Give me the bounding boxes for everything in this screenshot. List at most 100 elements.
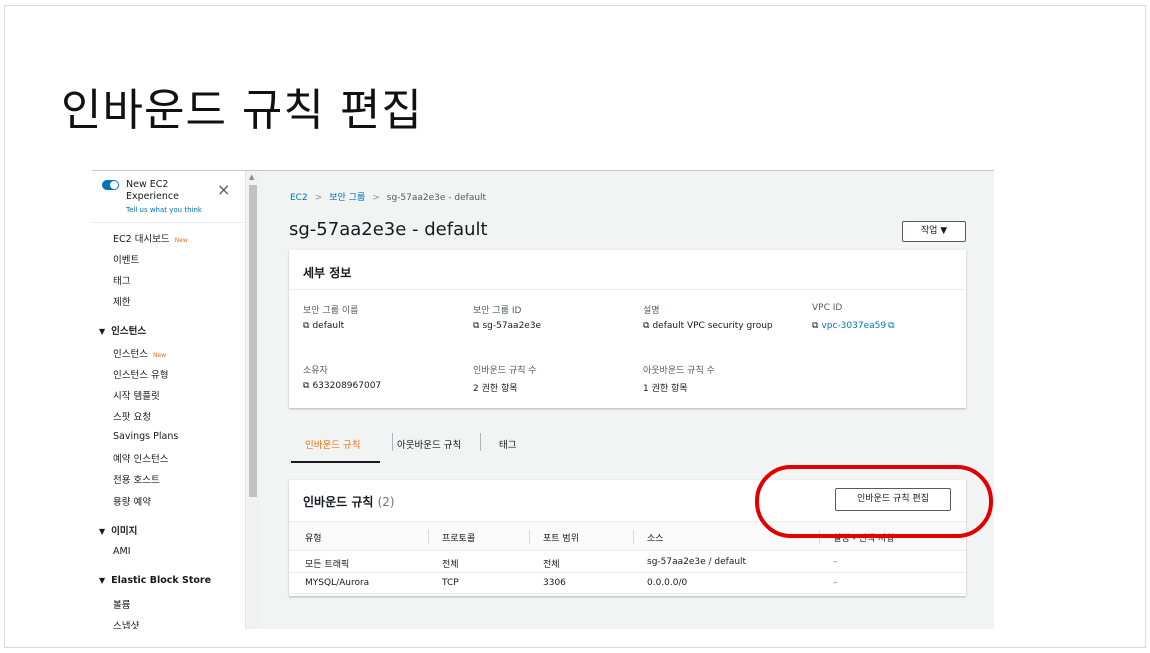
main-content: EC2 > 보안 그룹 > sg-57aa2e3e - default sg-57aa2…	[260, 171, 994, 629]
sidebar-item-capacity-reservations[interactable]: 용량 예약	[113, 494, 151, 508]
tab-bar: 인바운드 규칙 아웃바운드 규칙 태그	[290, 429, 966, 465]
rules-count: (2)	[377, 495, 395, 509]
external-link-icon: ⧉	[888, 321, 895, 331]
scroll-up-icon[interactable]: ▲	[249, 173, 254, 181]
column-header-source[interactable]: 소스	[647, 531, 664, 544]
table-row[interactable]: MYSQL/Aurora TCP 3306 0.0.0.0/0 –	[289, 573, 966, 594]
slide-title: 인바운드 규칙 편집	[61, 85, 423, 136]
copy-icon[interactable]: ⧉	[473, 321, 479, 331]
field-value-text: 633208967007	[312, 381, 382, 391]
inbound-rules-heading: 인바운드 규칙 (2)	[303, 493, 395, 510]
field-label-group-name: 보안 그룹 이름	[303, 306, 359, 316]
sidebar-item-label: EC2 대시보드	[113, 234, 170, 245]
vpc-id-link[interactable]: ⧉ vpc-3037ea59 ⧉	[812, 321, 895, 331]
field-value-inbound-count: 2 권한 항목	[473, 384, 518, 394]
caret-down-icon: ▼	[99, 576, 106, 585]
breadcrumb-security-groups[interactable]: 보안 그룹	[329, 193, 365, 203]
field-value-outbound-count: 1 권한 항목	[643, 384, 688, 394]
field-value-text: default	[312, 321, 345, 331]
sidebar-item-tags[interactable]: 태그	[113, 273, 130, 287]
tab-divider	[392, 433, 393, 451]
copy-icon[interactable]: ⧉	[643, 321, 649, 331]
copy-icon[interactable]: ⧉	[303, 321, 309, 331]
section-label: 이미지	[111, 526, 138, 537]
section-label: Elastic Block Store	[111, 575, 212, 586]
field-label-vpc-id: VPC ID	[812, 303, 843, 313]
cell-description: –	[833, 557, 838, 567]
field-value-owner: ⧉ 633208967007	[303, 381, 381, 391]
new-badge: New	[174, 237, 188, 244]
tab-divider	[480, 433, 481, 451]
new-experience-title: New EC2 Experience	[126, 179, 179, 202]
column-divider	[529, 530, 530, 544]
column-header-protocol[interactable]: 프로토콜	[442, 531, 475, 544]
rules-title-text: 인바운드 규칙	[303, 495, 374, 509]
sidebar-item-instances[interactable]: 인스턴스 New	[113, 346, 166, 360]
field-value-text: sg-57aa2e3e	[482, 321, 542, 331]
cell-source: 0.0.0.0/0	[647, 578, 688, 588]
console-screenshot: New EC2 Experience Tell us what you thin…	[92, 170, 994, 629]
caret-down-icon: ▼	[99, 327, 106, 336]
field-value-group-id: ⧉ sg-57aa2e3e	[473, 321, 541, 331]
new-badge: New	[152, 352, 167, 359]
sidebar-item-launch-templates[interactable]: 시작 템플릿	[113, 388, 160, 402]
field-label-outbound-count: 아웃바운드 규칙 수	[643, 366, 715, 376]
new-experience-box: New EC2 Experience Tell us what you thin…	[92, 171, 245, 223]
sidebar-item-ec2-dashboard[interactable]: EC2 대시보드 New	[113, 231, 188, 245]
copy-icon[interactable]: ⧉	[812, 321, 818, 331]
column-header-type[interactable]: 유형	[305, 531, 322, 544]
sidebar-item-savings-plans[interactable]: Savings Plans	[113, 431, 178, 442]
field-value-group-name: ⧉ default	[303, 321, 344, 331]
cell-source: sg-57aa2e3e / default	[647, 557, 747, 567]
active-tab-underline	[291, 461, 380, 463]
sidebar-section-images[interactable]: ▼ 이미지	[99, 523, 137, 537]
details-heading: 세부 정보	[289, 250, 966, 290]
new-experience-toggle[interactable]	[102, 180, 119, 190]
tab-tags[interactable]: 태그	[499, 437, 516, 451]
actions-button[interactable]: 작업 ▼	[902, 221, 966, 242]
column-header-port-range[interactable]: 포트 범위	[543, 531, 579, 544]
field-value-text: vpc-3037ea59	[821, 321, 887, 331]
copy-icon[interactable]: ⧉	[303, 381, 309, 391]
cell-port-range: 전체	[543, 560, 560, 570]
field-label-owner: 소유자	[303, 366, 328, 376]
cell-type: 모든 트래픽	[305, 560, 350, 570]
sidebar-item-spot-requests[interactable]: 스팟 요청	[113, 409, 151, 423]
table-row[interactable]: 모든 트래픽 전체 전체 sg-57aa2e3e / default –	[289, 552, 966, 573]
field-label-inbound-count: 인바운드 규칙 수	[473, 366, 537, 376]
sidebar-item-events[interactable]: 이벤트	[113, 252, 139, 266]
sidebar-item-snapshots[interactable]: 스냅샷	[113, 618, 139, 629]
column-divider	[428, 530, 429, 544]
sidebar: New EC2 Experience Tell us what you thin…	[92, 171, 246, 629]
chevron-right-icon: >	[372, 193, 380, 203]
feedback-link[interactable]: Tell us what you think	[126, 206, 202, 214]
sidebar-item-volumes[interactable]: 볼륨	[113, 597, 130, 611]
sidebar-scrollbar[interactable]: ▲	[247, 171, 259, 629]
section-label: 인스턴스	[111, 326, 147, 337]
highlight-circle	[755, 465, 993, 538]
sidebar-section-instances[interactable]: ▼ 인스턴스	[99, 323, 146, 337]
sidebar-item-ami[interactable]: AMI	[113, 546, 131, 557]
chevron-right-icon: >	[314, 193, 323, 203]
field-label-group-id: 보안 그룹 ID	[473, 306, 522, 316]
details-panel: 세부 정보 보안 그룹 이름 ⧉ default 보안 그룹 ID ⧉ sg-57a…	[289, 250, 966, 408]
sidebar-item-reserved-instances[interactable]: 예약 인스턴스	[113, 451, 168, 465]
cell-protocol: 전체	[442, 560, 459, 570]
field-value-description: ⧉ default VPC security group	[643, 321, 773, 331]
close-icon[interactable]: ×	[217, 182, 230, 198]
sidebar-item-dedicated-hosts[interactable]: 전용 호스트	[113, 472, 160, 486]
field-value-text: default VPC security group	[652, 321, 773, 331]
cell-port-range: 3306	[543, 578, 566, 588]
tab-inbound-rules[interactable]: 인바운드 규칙	[305, 437, 360, 451]
field-label-description: 설명	[643, 306, 660, 316]
sidebar-item-limits[interactable]: 제한	[113, 294, 130, 308]
breadcrumb-ec2[interactable]: EC2	[290, 193, 308, 203]
caret-down-icon: ▼	[99, 527, 106, 536]
breadcrumb: EC2 > 보안 그룹 > sg-57aa2e3e - default	[290, 190, 486, 203]
cell-description: –	[833, 578, 838, 588]
tab-outbound-rules[interactable]: 아웃바운드 규칙	[397, 437, 461, 451]
sidebar-item-instance-types[interactable]: 인스턴스 유형	[113, 367, 168, 381]
scrollbar-thumb[interactable]	[249, 185, 257, 497]
page-title: sg-57aa2e3e - default	[289, 219, 488, 240]
sidebar-section-ebs[interactable]: ▼ Elastic Block Store	[99, 575, 211, 586]
